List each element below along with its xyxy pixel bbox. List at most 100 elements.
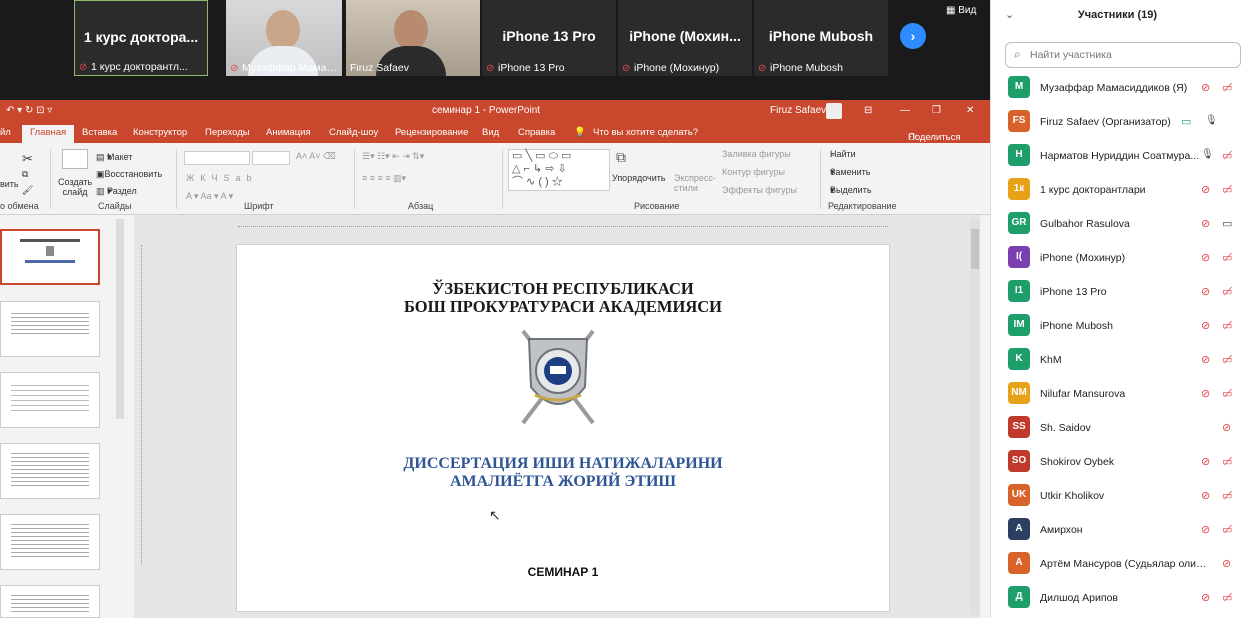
arrange-button[interactable]: Упорядочить [612, 173, 666, 183]
participant-row[interactable]: SS Sh. Saidov ⊘ [991, 411, 1244, 445]
tab-view[interactable]: Вид [482, 127, 499, 138]
camera-icon[interactable]: ▭ [1181, 115, 1191, 128]
mic-off-icon[interactable]: ⊘ [1222, 421, 1231, 434]
next-page-button[interactable]: › [900, 23, 926, 49]
tab-insert[interactable]: Вставка [82, 127, 117, 138]
participant-row[interactable]: I(iPhone (Мохинур) ⊘ ▭̸ [991, 241, 1244, 275]
arrange-icon[interactable]: ⧉ [616, 149, 626, 166]
reset-button[interactable]: ▣ Восстановить [96, 169, 162, 180]
mic-off-icon[interactable]: ⊘ [1201, 183, 1210, 196]
participant-row[interactable]: GR Gulbahor Rasulova ⊘ ▭ [991, 207, 1244, 241]
mic-off-icon[interactable]: ⊘ [1201, 319, 1210, 332]
participant-row[interactable]: IM iPhone Mubosh ⊘ ▭̸ [991, 309, 1244, 343]
tab-help[interactable]: Справка [518, 127, 555, 138]
mic-off-icon[interactable]: ⊘ [1201, 591, 1210, 604]
video-tile[interactable]: iPhone (Мохин... ⊘ iPhone (Мохинур) [618, 0, 752, 76]
mic-off-icon[interactable]: ⊘ [1201, 251, 1210, 264]
participant-row[interactable]: H Нарматов Нуриддин Соатмура... 🎙 ▭̸ [991, 139, 1244, 173]
participant-row[interactable]: 1к 1 курс докторантлари ⊘ ▭̸ [991, 173, 1244, 207]
mic-off-icon[interactable]: ⊘ [1201, 81, 1210, 94]
camera-off-icon[interactable]: ▭̸ [1222, 489, 1232, 502]
new-slide-button[interactable]: Создать слайд [58, 177, 92, 197]
close-icon[interactable]: ✕ [966, 105, 974, 116]
video-tile[interactable]: 1 курс доктора... ⊘ 1 курс докторантл... [74, 0, 208, 76]
thumbnail-scrollbar[interactable] [116, 219, 124, 419]
camera-off-icon[interactable]: ▭̸ [1222, 353, 1232, 366]
shape-outline-button[interactable]: Контур фигуры [722, 167, 785, 177]
font-size-select[interactable] [252, 151, 290, 165]
ribbon-display-icon[interactable]: ⊟ [864, 105, 872, 116]
slide-thumbnail[interactable] [0, 229, 100, 285]
participant-row[interactable]: NM Nilufar Mansurova ⊘ ▭̸ [991, 377, 1244, 411]
tab-file[interactable]: йл [0, 127, 11, 138]
camera-off-icon[interactable]: ▭̸ [1222, 285, 1232, 298]
font-format-icons[interactable]: ЖКЧSab [186, 173, 258, 183]
tab-review[interactable]: Рецензирование [395, 127, 468, 138]
camera-off-icon[interactable]: ▭̸ [1222, 81, 1232, 94]
camera-icon[interactable]: ▭ [1222, 217, 1232, 230]
mic-off-icon[interactable]: ⊘ [1201, 523, 1210, 536]
tab-animation[interactable]: Анимация [266, 127, 311, 138]
camera-off-icon[interactable]: ▭̸ [1222, 319, 1232, 332]
scrollbar-thumb[interactable] [971, 229, 979, 269]
tab-slideshow[interactable]: Слайд-шоу [329, 127, 378, 138]
mic-off-icon[interactable]: ⊘ [1201, 353, 1210, 366]
select-button[interactable]: Выделить ▾ [830, 185, 872, 196]
camera-off-icon[interactable]: ▭̸ [1222, 455, 1232, 468]
font-color-icons[interactable]: A ▾ Aa ▾ A ▾ [186, 191, 233, 202]
layout-button[interactable]: ▤ Макет ▾ [96, 152, 133, 163]
shape-effects-button[interactable]: Эффекты фигуры [722, 185, 797, 195]
slide-thumbnail[interactable] [0, 514, 100, 570]
editor-scrollbar[interactable] [970, 219, 980, 615]
video-tile[interactable]: ⊘Музаффар Мамасидд... [226, 0, 342, 76]
slide-thumbnail[interactable] [0, 301, 100, 357]
participant-row[interactable]: UK Utkir Kholikov ⊘ ▭̸ [991, 479, 1244, 513]
video-tile[interactable]: iPhone 13 Pro ⊘ iPhone 13 Pro [482, 0, 616, 76]
participant-row[interactable]: SO Shokirov Oybek ⊘ ▭̸ [991, 445, 1244, 479]
camera-off-icon[interactable]: ▭̸ [1222, 591, 1232, 604]
participant-row[interactable]: M Музаффар Мамасиддиков (Я) ⊘ ▭̸ [991, 71, 1244, 105]
participant-row[interactable]: A Амирхон ⊘ ▭̸ [991, 513, 1244, 547]
list-icons[interactable]: ☰▾ ☷▾ ⇤ ⇥ ⇅▾ [362, 151, 424, 162]
copy-icon[interactable]: ⧉ [22, 169, 28, 180]
mic-off-icon[interactable]: ⊘ [1201, 455, 1210, 468]
camera-off-icon[interactable]: ▭̸ [1222, 387, 1232, 400]
font-size-grow-icon[interactable]: A˄ A˅ ⌫ [296, 151, 336, 162]
slide[interactable]: ЎЗБЕКИСТОН РЕСПУБЛИКАСИ БОШ ПРОКУРАТУРАС… [236, 244, 890, 612]
participant-row[interactable]: Д Дилшод Арипов ⊘ ▭̸ [991, 581, 1244, 615]
mic-icon[interactable]: 🎙 [1201, 149, 1214, 160]
tab-transitions[interactable]: Переходы [205, 127, 250, 138]
minimize-icon[interactable]: — [900, 105, 910, 116]
view-button[interactable]: ▦ Вид [946, 5, 976, 16]
section-button[interactable]: ▥ Раздел ▾ [96, 186, 137, 197]
search-participant-input[interactable]: ⌕ Найти участника [1005, 42, 1241, 68]
shape-fill-button[interactable]: Заливка фигуры [722, 149, 791, 159]
mic-icon[interactable]: 🎙 [1205, 115, 1218, 126]
participant-row[interactable]: A Артём Мансуров (Судьялар олий ма... ⊘ [991, 547, 1244, 581]
slide-thumbnail[interactable] [0, 585, 100, 618]
mic-off-icon[interactable]: ⊘ [1201, 387, 1210, 400]
video-tile[interactable]: iPhone Mubosh ⊘ iPhone Mubosh [754, 0, 888, 76]
cut-icon[interactable]: ✂ [22, 151, 33, 167]
mic-off-icon[interactable]: ⊘ [1201, 489, 1210, 502]
slide-thumbnail[interactable] [0, 372, 100, 428]
mic-off-icon[interactable]: ⊘ [1201, 217, 1210, 230]
tab-home[interactable]: Главная [22, 125, 75, 143]
paste-button[interactable]: вить [0, 179, 19, 189]
replace-button[interactable]: Заменить ▾ [830, 167, 870, 178]
undo-icon[interactable]: ↶ ▾ ↻ ⊡ ▿ [6, 105, 52, 116]
avatar[interactable] [826, 103, 842, 119]
camera-off-icon[interactable]: ▭̸ [1222, 523, 1232, 536]
mic-off-icon[interactable]: ⊘ [1222, 557, 1231, 570]
align-icons[interactable]: ≡ ≡ ≡ ≡ ▥▾ [362, 173, 406, 184]
tab-design[interactable]: Конструктор [133, 127, 187, 138]
camera-off-icon[interactable]: ▭̸ [1222, 183, 1232, 196]
camera-off-icon[interactable]: ▭̸ [1222, 251, 1232, 264]
quick-styles-button[interactable]: Экспресс-стили [674, 173, 718, 193]
shapes-gallery[interactable]: ▭ ╲ ▭ ⬭ ▭ △ ⌐ ↳ ⇨ ⇩ ⌒ ∿ ( ) ☆ [508, 149, 610, 191]
font-name-select[interactable] [184, 151, 250, 165]
maximize-icon[interactable]: ❐ [932, 105, 941, 116]
tell-me-search[interactable]: Что вы хотите сделать? [593, 127, 698, 138]
format-painter-icon[interactable]: 🖌 [22, 185, 33, 196]
camera-off-icon[interactable]: ▭̸ [1222, 149, 1232, 162]
